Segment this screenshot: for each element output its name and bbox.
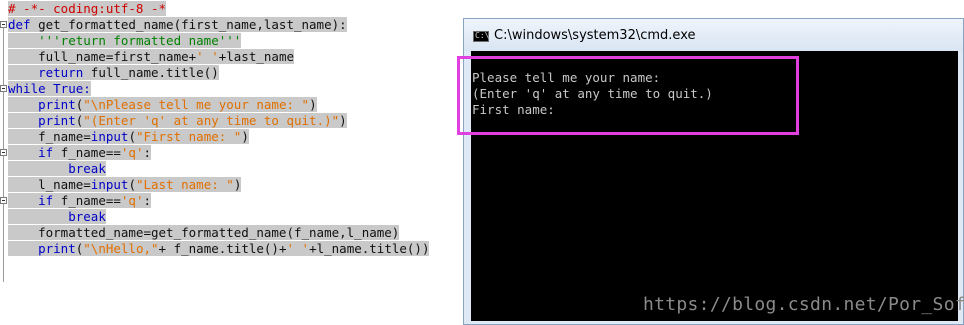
selected-code-span: formatted_name=get_formatted_name(f_name… xyxy=(8,225,400,240)
code-token: "\nHello," xyxy=(83,241,159,256)
selected-code-span: # -*- coding:utf-8 -* xyxy=(8,1,167,16)
watermark-text: https://blog.csdn.net/Por_Sofia xyxy=(643,294,964,315)
code-line[interactable]: l_name=input("Last name: ") xyxy=(8,177,429,193)
selected-code-span: if f_name=='q': xyxy=(8,145,152,160)
code-token: break xyxy=(68,209,106,224)
code-token: input xyxy=(90,177,129,192)
code-token: "First name: " xyxy=(135,129,242,144)
code-token: "(Enter 'q' at any time to quit.)" xyxy=(83,113,340,128)
code-text-area[interactable]: # -*- coding:utf-8 -* def get_formatted_n… xyxy=(8,1,430,257)
code-token: f_name= xyxy=(8,129,91,144)
selected-code-span: while True: xyxy=(8,81,91,96)
code-line[interactable]: formatted_name=get_formatted_name(f_name… xyxy=(8,225,429,241)
selected-code-span: f_name=input("First name: ") xyxy=(8,129,249,144)
code-token: : xyxy=(143,145,152,160)
code-line[interactable]: return full_name.title() xyxy=(8,65,429,81)
code-token: ' ' xyxy=(196,49,219,64)
code-token: break xyxy=(68,161,106,176)
code-token: print xyxy=(38,241,76,256)
code-token: input xyxy=(90,129,129,144)
code-token: + f_name.title()+ xyxy=(158,241,287,256)
code-token: formatted_name=get_formatted_name(f_name… xyxy=(8,225,400,240)
code-token: full_name.title() xyxy=(83,65,219,80)
code-token: "\nPlease tell me your name: " xyxy=(83,97,310,112)
code-token: l_name= xyxy=(8,177,91,192)
selected-code-span: '''return formatted name''' xyxy=(8,33,242,48)
code-token: if xyxy=(38,193,54,208)
code-token: +l_name.title()) xyxy=(309,241,430,256)
selected-code-span: def get_formatted_name(first_name,last_n… xyxy=(8,17,347,32)
selected-code-span: l_name=input("Last name: ") xyxy=(8,177,242,192)
selected-code-span: print("(Enter 'q' at any time to quit.)"… xyxy=(8,113,347,128)
code-token: return xyxy=(38,65,84,80)
code-token: 'q' xyxy=(120,145,144,160)
fold-toggle-icon[interactable] xyxy=(0,197,7,204)
selected-code-span: print("\nHello,"+ f_name.title()+' '+l_n… xyxy=(8,241,430,256)
fold-gutter xyxy=(0,0,8,325)
fold-toggle-icon[interactable] xyxy=(0,149,7,156)
selected-code-span: full_name=first_name+' '+last_name xyxy=(8,49,294,64)
fold-toggle-icon[interactable] xyxy=(0,85,7,92)
code-token: ( xyxy=(128,177,136,192)
terminal-icon: C:\ xyxy=(473,31,490,42)
code-line[interactable]: def get_formatted_name(first_name,last_n… xyxy=(8,17,429,33)
selected-code-span: if f_name=='q': xyxy=(8,193,152,208)
code-token: : xyxy=(143,193,152,208)
code-editor[interactable]: # -*- coding:utf-8 -* def get_formatted_n… xyxy=(0,0,464,325)
code-token: ) xyxy=(233,177,242,192)
window-titlebar[interactable]: C:\ C:\windows\system32\cmd.exe xyxy=(464,19,963,51)
code-token: "Last name: " xyxy=(135,177,234,192)
code-token: ) xyxy=(339,113,347,128)
code-token: get_formatted_name(first_name,last_name)… xyxy=(38,17,347,32)
code-token: print xyxy=(38,97,76,112)
code-line[interactable]: # -*- coding:utf-8 -* xyxy=(8,1,429,17)
code-line[interactable]: print("(Enter 'q' at any time to quit.)"… xyxy=(8,113,429,129)
code-token: while True: xyxy=(8,81,91,96)
code-token: ) xyxy=(241,129,249,144)
code-line[interactable]: print("\nPlease tell me your name: ") xyxy=(8,97,429,113)
code-token: +last_name xyxy=(218,49,294,64)
code-line[interactable]: full_name=first_name+' '+last_name xyxy=(8,49,429,65)
code-line[interactable]: while True: xyxy=(8,81,429,97)
code-token: 'q' xyxy=(120,193,144,208)
selected-code-span: print("\nPlease tell me your name: ") xyxy=(8,97,317,112)
code-line[interactable]: f_name=input("First name: ") xyxy=(8,129,429,145)
highlight-annotation-box xyxy=(457,56,799,135)
code-token: '''return formatted name''' xyxy=(38,33,242,48)
fold-toggle-icon[interactable] xyxy=(0,21,7,28)
code-token: print xyxy=(38,113,76,128)
selected-code-span: break xyxy=(8,161,106,176)
code-line[interactable]: '''return formatted name''' xyxy=(8,33,429,49)
selected-code-span: break xyxy=(8,209,106,224)
code-token: # -*- coding:utf-8 -* xyxy=(8,1,167,16)
code-token: ' ' xyxy=(286,241,310,256)
selected-code-span: return full_name.title() xyxy=(8,65,219,80)
code-token: f_name== xyxy=(53,145,121,160)
window-title: C:\windows\system32\cmd.exe xyxy=(494,28,696,43)
code-line[interactable]: if f_name=='q': xyxy=(8,193,429,209)
code-line[interactable]: break xyxy=(8,161,429,177)
code-line[interactable]: if f_name=='q': xyxy=(8,145,429,161)
code-token: def xyxy=(8,17,39,32)
code-line[interactable]: print("\nHello,"+ f_name.title()+' '+l_n… xyxy=(8,241,430,257)
code-token: f_name== xyxy=(53,193,121,208)
code-line[interactable]: break xyxy=(8,209,429,225)
code-token: ) xyxy=(309,97,317,112)
code-token: full_name=first_name+ xyxy=(8,49,197,64)
code-token: if xyxy=(38,145,54,160)
code-token: ( xyxy=(128,129,136,144)
